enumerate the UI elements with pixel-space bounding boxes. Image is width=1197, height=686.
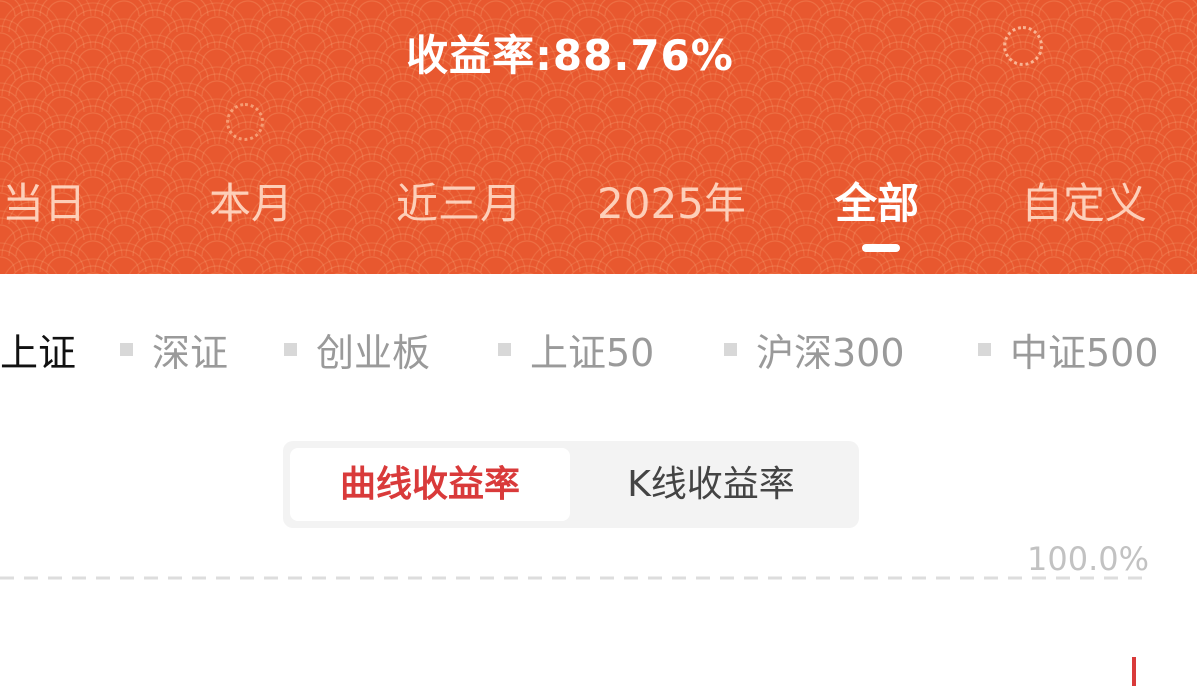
index-tab-label: 中证500 bbox=[1010, 331, 1159, 375]
tab-period-today[interactable]: 当日 bbox=[2, 170, 86, 231]
legend-square-icon bbox=[724, 343, 737, 356]
index-tab-label: 上证 bbox=[0, 331, 77, 375]
chart-mode-toggle: 曲线收益率 K线收益率 bbox=[283, 441, 859, 528]
tab-period-year[interactable]: 2025年 bbox=[597, 170, 746, 231]
index-tab-label: 上证50 bbox=[530, 331, 655, 375]
legend-square-icon bbox=[978, 343, 991, 356]
header-banner: 收益率:88.76% 当日 本月 近三月 2025年 全部 自定义 bbox=[0, 0, 1197, 274]
index-tab-sse50[interactable]: 上证50 bbox=[498, 322, 654, 377]
tab-period-custom[interactable]: 自定义 bbox=[1021, 170, 1147, 231]
sparkle-icon bbox=[1003, 26, 1043, 66]
index-tab-shenzhen[interactable]: 深证 bbox=[120, 322, 228, 377]
tab-period-month[interactable]: 本月 bbox=[209, 170, 293, 231]
index-tab-csi500[interactable]: 中证500 bbox=[978, 322, 1159, 377]
yield-rate-title: 收益率:88.76% bbox=[406, 31, 734, 80]
legend-square-icon bbox=[498, 343, 511, 356]
kline-yield-button[interactable]: K线收益率 bbox=[570, 448, 852, 521]
index-tab-chinext[interactable]: 创业板 bbox=[284, 322, 430, 377]
index-tab-csi300[interactable]: 沪深300 bbox=[724, 322, 905, 377]
sparkle-icon bbox=[226, 103, 264, 141]
index-tab-label: 沪深300 bbox=[756, 331, 905, 375]
legend-square-icon bbox=[284, 343, 297, 356]
yield-chart bbox=[0, 576, 1150, 686]
legend-square-icon bbox=[120, 343, 133, 356]
active-tab-indicator bbox=[862, 244, 900, 252]
curve-yield-button[interactable]: 曲线收益率 bbox=[290, 448, 570, 521]
tab-period-all[interactable]: 全部 bbox=[835, 170, 919, 231]
index-tab-label: 深证 bbox=[152, 331, 229, 375]
tab-period-three-months[interactable]: 近三月 bbox=[396, 170, 522, 231]
index-tab-shanghai[interactable]: 上证 bbox=[0, 322, 76, 377]
index-tab-label: 创业板 bbox=[316, 331, 431, 375]
